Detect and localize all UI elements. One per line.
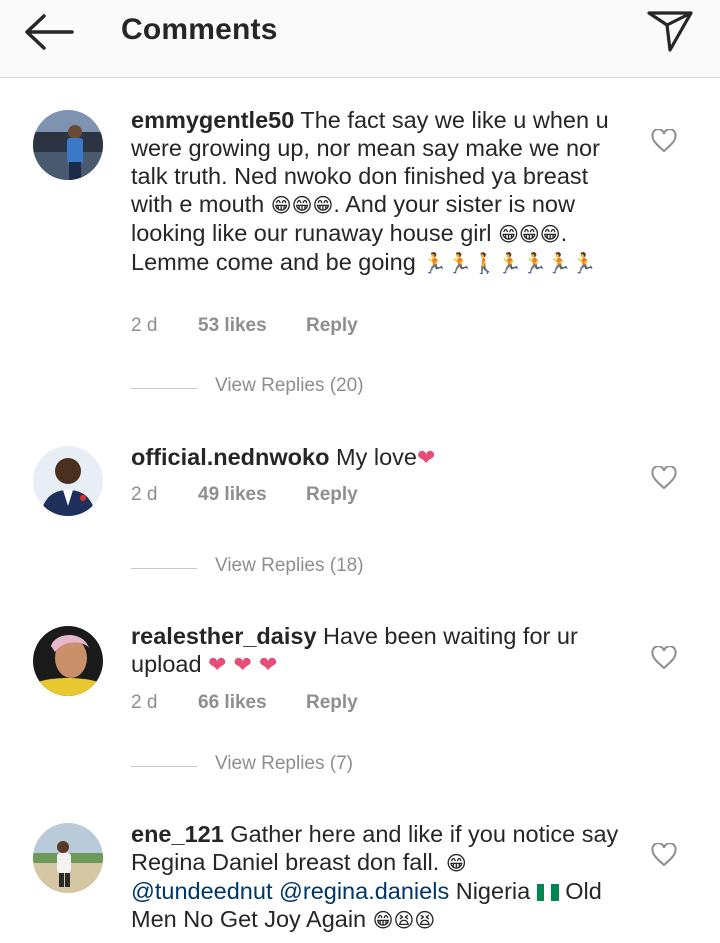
comment-username[interactable]: ene_121 — [131, 821, 224, 847]
likes-count[interactable]: 53 likes — [198, 315, 267, 337]
avatar[interactable] — [33, 446, 103, 516]
view-replies-button[interactable]: View Replies (18) — [131, 555, 431, 583]
avatar[interactable] — [33, 823, 103, 893]
heart-emoji: ❤ ❤ ❤ — [208, 653, 278, 678]
comment-body: Nigeria — [449, 878, 537, 904]
comment-body: My love — [329, 444, 417, 470]
like-heart-icon[interactable] — [651, 466, 677, 490]
page-title: Comments — [121, 13, 278, 46]
divider — [131, 388, 197, 389]
comment-text: realesther_daisy Have been waiting for u… — [131, 622, 626, 680]
likes-count[interactable]: 49 likes — [198, 484, 267, 506]
like-heart-icon[interactable] — [651, 129, 677, 153]
nigeria-flag-icon — [536, 884, 559, 901]
comment-time: 2 d — [131, 484, 158, 505]
heart-emoji: ❤ — [416, 446, 436, 471]
top-bar: Comments — [0, 0, 720, 78]
reply-button[interactable]: Reply — [306, 484, 358, 506]
view-replies-label: View Replies (20) — [215, 375, 364, 396]
mention-link[interactable]: @tundeednut — [131, 878, 272, 904]
like-heart-icon[interactable] — [651, 843, 677, 867]
comment-text: ene_121 Gather here and like if you noti… — [131, 820, 626, 934]
view-replies-button[interactable]: View Replies (20) — [131, 375, 431, 403]
divider — [131, 568, 197, 569]
comment-username[interactable]: official.nednwoko — [131, 444, 329, 470]
avatar[interactable] — [33, 626, 103, 696]
comment-time: 2 d — [131, 692, 158, 713]
view-replies-label: View Replies (7) — [215, 753, 353, 774]
comment-text: official.nednwoko My love❤ — [131, 443, 626, 473]
view-replies-button[interactable]: View Replies (7) — [131, 753, 431, 781]
direct-message-icon[interactable] — [646, 9, 694, 53]
emoji: 😁😫😫 — [372, 908, 436, 932]
emoji: 🏃🏃🚶🏃🏃🏃🏃 — [422, 251, 597, 275]
likes-count[interactable]: 66 likes — [198, 692, 267, 714]
comment-time: 2 d — [131, 315, 158, 336]
emoji: 😁😁😁 — [270, 193, 334, 217]
like-heart-icon[interactable] — [651, 646, 677, 670]
emoji: 😁😁😁 — [498, 222, 561, 246]
emoji: 😁 — [445, 851, 467, 875]
divider — [131, 766, 197, 767]
comment-username[interactable]: emmygentle50 — [131, 107, 294, 133]
comment-username[interactable]: realesther_daisy — [131, 623, 317, 649]
reply-button[interactable]: Reply — [306, 315, 358, 337]
comment-text: emmygentle50 The fact say we like u when… — [131, 106, 626, 277]
avatar[interactable] — [33, 110, 103, 180]
mention-link[interactable]: @regina.daniels — [279, 878, 449, 904]
reply-button[interactable]: Reply — [306, 692, 358, 714]
back-arrow-icon[interactable] — [22, 12, 76, 52]
view-replies-label: View Replies (18) — [215, 555, 364, 576]
